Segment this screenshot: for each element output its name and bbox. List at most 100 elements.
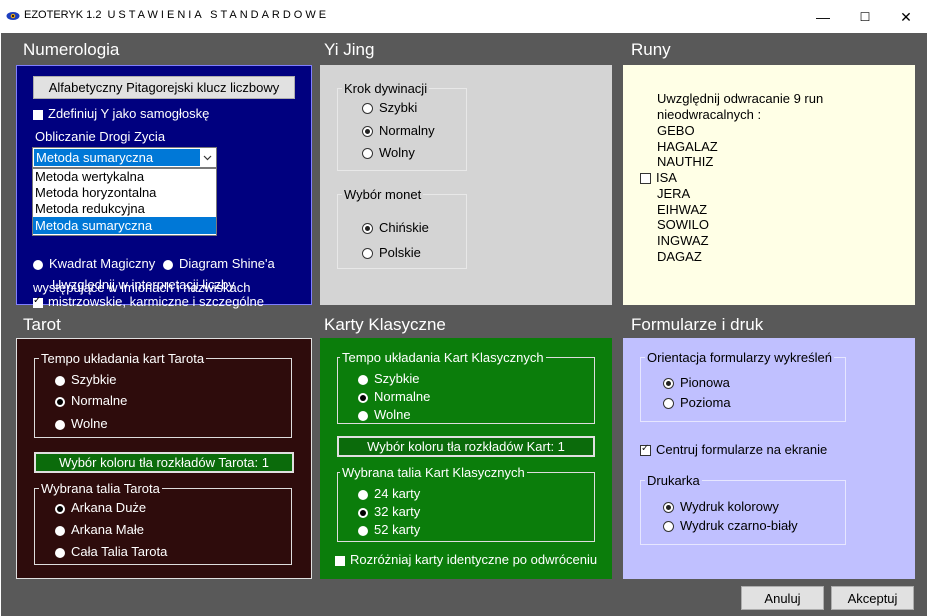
method-select[interactable]: Metoda sumaryczna xyxy=(32,147,217,168)
include-line3: występujące w imionach i nazwiskach xyxy=(33,280,251,295)
coins-label: Wybór monet xyxy=(344,187,422,202)
radio-dot[interactable] xyxy=(55,547,65,558)
define-y-check[interactable] xyxy=(33,109,43,120)
distinguish-checkbox[interactable]: Rozróżniaj karty identyczne po odwróceni… xyxy=(335,552,597,567)
diagram-radio-dot[interactable] xyxy=(163,259,173,270)
diagram-radio[interactable]: Diagram Shine'a xyxy=(163,256,275,271)
tarot-tempo-normal[interactable]: Normalne xyxy=(55,393,127,408)
radio-dot[interactable] xyxy=(362,126,373,138)
printer-bw[interactable]: Wydruk czarno-biały xyxy=(663,518,798,533)
radio-dot[interactable] xyxy=(55,375,65,386)
define-y-checkbox[interactable]: Zdefiniuj Y jako samogłoskę xyxy=(33,106,209,121)
step-option-normal[interactable]: Normalny xyxy=(362,123,435,138)
radio-label: Normalny xyxy=(379,123,435,138)
radio-dot[interactable] xyxy=(362,223,373,235)
square-radio[interactable]: Kwadrat Magiczny xyxy=(33,256,155,271)
printer-color[interactable]: Wydruk kolorowy xyxy=(663,499,779,514)
numerologia-panel: Alfabetyczny Pitagorejski klucz liczbowy… xyxy=(16,65,312,309)
karty-deck-24[interactable]: 24 karty xyxy=(358,486,420,501)
karty-tempo-normal[interactable]: Normalne xyxy=(358,389,430,404)
coin-option-polish[interactable]: Polskie xyxy=(362,245,421,260)
minimize-button[interactable]: — xyxy=(800,4,846,30)
radio-label: 32 karty xyxy=(374,504,421,519)
key-button[interactable]: Alfabetyczny Pitagorejski klucz liczbowy xyxy=(33,76,295,99)
rune-isa-checkbox[interactable]: ISA xyxy=(640,170,677,185)
radio-dot[interactable] xyxy=(358,374,368,385)
tarot-deck-full[interactable]: Cała Talia Tarota xyxy=(55,544,167,559)
include-checkbox[interactable]: mistrzowskie, karmiczne i szczególne xyxy=(33,294,264,309)
radio-label: Chińskie xyxy=(379,220,429,235)
karty-tempo-fast[interactable]: Szybkie xyxy=(358,371,420,386)
method-selected-value: Metoda sumaryczna xyxy=(34,149,200,166)
square-radio-dot[interactable] xyxy=(33,259,43,270)
radio-dot[interactable] xyxy=(55,396,65,407)
method-option-selected[interactable]: Metoda sumaryczna xyxy=(33,217,216,234)
step-option-slow[interactable]: Wolny xyxy=(362,145,415,160)
window-title: EZOTERYK 1.2 USTAWIENIA STANDARDOWE xyxy=(24,9,329,21)
method-option[interactable]: Metoda redukcyjna xyxy=(33,201,216,217)
maximize-button[interactable]: ☐ xyxy=(842,4,888,30)
orient-portrait[interactable]: Pionowa xyxy=(663,375,730,390)
radio-dot[interactable] xyxy=(358,410,368,421)
step-label: Krok dywinacji xyxy=(344,81,428,96)
rune-gebo: GEBO xyxy=(657,123,695,138)
radio-dot[interactable] xyxy=(362,103,373,115)
rune-jera: JERA xyxy=(657,186,691,201)
radio-dot[interactable] xyxy=(663,502,674,514)
square-label: Kwadrat Magiczny xyxy=(49,256,156,271)
runy-intro2: nieodwracalnych : xyxy=(657,107,762,122)
tarot-deck-major[interactable]: Arkana Duże xyxy=(55,500,146,515)
radio-dot[interactable] xyxy=(663,378,674,390)
radio-label: Pozioma xyxy=(680,395,731,410)
radio-dot[interactable] xyxy=(362,248,373,260)
chevron-down-icon[interactable] xyxy=(200,149,215,166)
include-line2: mistrzowskie, karmiczne i szczególne xyxy=(48,294,265,309)
radio-dot[interactable] xyxy=(358,489,368,500)
karty-deck-52[interactable]: 52 karty xyxy=(358,522,420,537)
include-check[interactable] xyxy=(33,295,43,308)
rune-isa: ISA xyxy=(656,170,677,185)
cancel-button[interactable]: Anuluj xyxy=(741,586,824,610)
method-option[interactable]: Metoda wertykalna xyxy=(33,169,216,185)
printer-label: Drukarka xyxy=(647,473,700,488)
radio-label: Wydruk czarno-biały xyxy=(680,518,798,533)
tarot-deck-minor[interactable]: Arkana Małe xyxy=(55,522,144,537)
radio-label: 24 karty xyxy=(374,486,421,501)
radio-dot[interactable] xyxy=(362,148,373,160)
runy-intro1: Uwzględnij odwracanie 9 run xyxy=(657,91,824,106)
karty-deck-32[interactable]: 32 karty xyxy=(358,504,420,519)
radio-dot[interactable] xyxy=(55,525,65,536)
rune-ingwaz: INGWAZ xyxy=(657,233,709,248)
orient-landscape[interactable]: Pozioma xyxy=(663,395,731,410)
tarot-title: Tarot xyxy=(23,315,61,334)
distinguish-check[interactable] xyxy=(335,555,345,566)
center-checkbox[interactable]: Centruj formularze na ekranie xyxy=(640,442,827,457)
radio-dot[interactable] xyxy=(55,419,65,430)
tarot-color-button[interactable]: Wybór koloru tła rozkładów Tarota: 1 xyxy=(34,452,294,473)
define-y-label: Zdefiniuj Y jako samogłoskę xyxy=(48,106,210,121)
radio-dot[interactable] xyxy=(358,392,368,403)
radio-dot[interactable] xyxy=(663,521,674,533)
rune-isa-check[interactable] xyxy=(640,173,651,185)
rune-sowilo: SOWILO xyxy=(657,217,710,232)
step-option-fast[interactable]: Szybki xyxy=(362,100,417,115)
radio-dot[interactable] xyxy=(55,503,65,514)
method-option[interactable]: Metoda horyzontalna xyxy=(33,185,216,201)
radio-label: Normalne xyxy=(374,389,431,404)
tarot-tempo-slow[interactable]: Wolne xyxy=(55,416,108,431)
radio-label: Wolne xyxy=(374,407,411,422)
radio-dot[interactable] xyxy=(358,525,368,536)
diagram-label: Diagram Shine'a xyxy=(179,256,275,271)
karty-tempo-label: Tempo układania Kart Klasycznych xyxy=(342,350,544,365)
radio-dot[interactable] xyxy=(663,398,674,410)
radio-dot[interactable] xyxy=(358,507,368,518)
tarot-deck-label: Wybrana talia Tarota xyxy=(41,481,160,496)
center-check[interactable] xyxy=(640,443,651,457)
coin-option-chinese[interactable]: Chińskie xyxy=(362,220,429,235)
radio-label: Wolny xyxy=(379,145,415,160)
accept-button[interactable]: Akceptuj xyxy=(831,586,914,610)
tarot-tempo-fast[interactable]: Szybkie xyxy=(55,372,117,387)
close-button[interactable]: ✕ xyxy=(883,4,928,30)
karty-tempo-slow[interactable]: Wolne xyxy=(358,407,411,422)
karty-color-button[interactable]: Wybór koloru tła rozkładów Kart: 1 xyxy=(337,436,595,457)
